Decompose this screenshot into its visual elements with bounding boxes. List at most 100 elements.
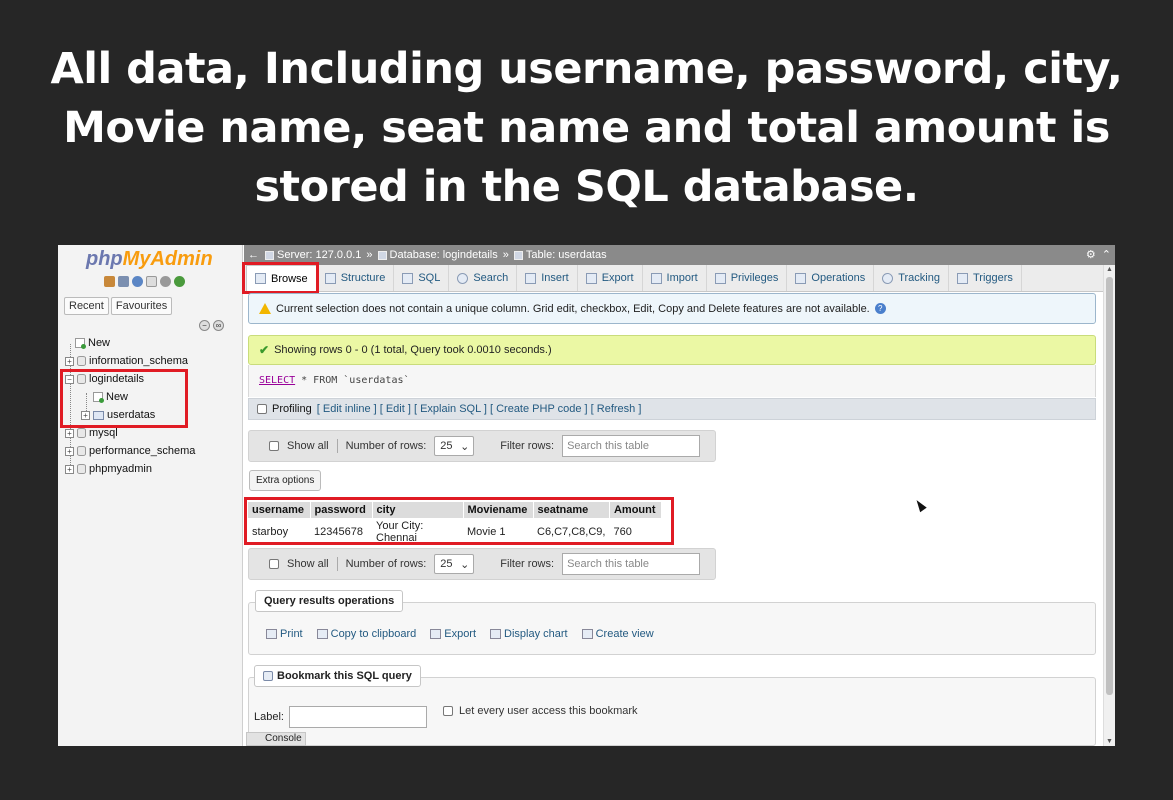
info-icon[interactable]: ? xyxy=(874,303,886,314)
expand-icon[interactable]: + xyxy=(65,428,74,438)
profiling-links[interactable]: [ Edit inline ] [ Edit ] [ Explain SQL ]… xyxy=(317,403,642,415)
divider xyxy=(336,439,338,453)
chevron-down-icon: ⌄ xyxy=(460,440,470,453)
mouse-cursor-icon xyxy=(913,497,927,513)
query-results-operations-title: Query results operations xyxy=(255,590,404,612)
show-all-label: Show all xyxy=(287,558,329,570)
tree-item-phpmyadmin[interactable]: + phpmyadmin xyxy=(65,463,152,475)
tree-item-information-schema[interactable]: + information_schema xyxy=(65,355,188,367)
breadcrumb-table[interactable]: Table: userdatas xyxy=(513,249,607,261)
tree-item-label: New xyxy=(88,337,111,349)
page-scrollbar[interactable]: ▲ ▼ xyxy=(1103,265,1115,746)
bar-chart-icon xyxy=(490,629,502,639)
tree-item-label: phpmyadmin xyxy=(89,463,152,475)
console-tab[interactable]: Console xyxy=(246,732,306,746)
headline-line-2: Movie name, seat name and total amount i… xyxy=(63,103,1110,153)
docs-icon[interactable] xyxy=(146,276,157,287)
warning-text: Current selection does not contain a uni… xyxy=(276,302,870,315)
bookmark-label-input[interactable] xyxy=(289,706,427,728)
tree-item-mysql[interactable]: + mysql xyxy=(65,427,118,439)
tab-operations[interactable]: Operations xyxy=(787,265,875,291)
home-icon[interactable] xyxy=(104,276,115,287)
sidebar-quick-icons xyxy=(104,276,185,287)
logo-php-text: php xyxy=(86,248,123,270)
tab-export[interactable]: Export xyxy=(578,265,643,291)
bookmark-public-label: Let every user access this bookmark xyxy=(459,705,638,717)
tab-import[interactable]: Import xyxy=(643,265,707,291)
print-link[interactable]: Print xyxy=(266,628,303,640)
filter-search-input[interactable]: Search this table xyxy=(562,553,701,575)
bookmark-public-checkbox[interactable] xyxy=(443,706,453,716)
tab-structure[interactable]: Structure xyxy=(317,265,395,291)
view-icon xyxy=(581,629,593,639)
tab-triggers[interactable]: Triggers xyxy=(949,265,1022,291)
tab-label: Structure xyxy=(340,272,386,284)
expand-icon[interactable]: + xyxy=(65,464,74,474)
printer-icon xyxy=(266,629,277,639)
tab-insert[interactable]: Insert xyxy=(517,265,578,291)
warning-icon xyxy=(259,303,271,314)
export-link[interactable]: Export xyxy=(430,628,476,640)
breadcrumb-database[interactable]: Database: logindetails xyxy=(377,249,498,261)
breadcrumb-server[interactable]: Server: 127.0.0.1 xyxy=(265,249,361,261)
rows-select-value: 25 xyxy=(440,558,453,570)
breadcrumb-database-label: Database: logindetails xyxy=(389,249,498,261)
tab-privileges[interactable]: Privileges xyxy=(707,265,788,291)
filter-search-input[interactable]: Search this table xyxy=(562,435,701,457)
scrollbar-thumb[interactable] xyxy=(1106,277,1113,695)
collapse-up-icon[interactable]: ⌃ xyxy=(1102,248,1111,261)
sql-keyword-select[interactable]: SELECT xyxy=(259,375,295,386)
back-arrow-icon[interactable]: ← xyxy=(248,249,259,261)
favourites-tab[interactable]: Favourites xyxy=(110,297,173,315)
phpmyadmin-logo[interactable]: phpMyAdmin xyxy=(86,248,213,271)
tab-label: Privileges xyxy=(730,272,779,284)
success-message: ✔ Showing rows 0 - 0 (1 total, Query too… xyxy=(248,335,1096,365)
topbar-controls: ⚙ ⌃ xyxy=(1086,248,1111,261)
show-all-checkbox[interactable] xyxy=(269,559,279,569)
tree-item-performance-schema[interactable]: + performance_schema xyxy=(65,445,195,457)
clipboard-icon xyxy=(316,629,328,639)
recent-favourites-tabs: Recent Favourites xyxy=(64,297,173,315)
settings-gear-icon[interactable]: ⚙ xyxy=(1086,248,1096,261)
tab-label: Import xyxy=(666,272,698,284)
tab-tracking[interactable]: Tracking xyxy=(874,265,949,291)
display-chart-link[interactable]: Display chart xyxy=(490,628,568,640)
scroll-down-icon[interactable]: ▼ xyxy=(1106,738,1113,745)
help-icon[interactable] xyxy=(132,276,143,287)
operations-wrench-icon xyxy=(795,272,807,284)
profiling-checkbox[interactable] xyxy=(257,404,267,414)
copy-label: Copy to clipboard xyxy=(330,628,417,640)
tree-controls: − ∞ xyxy=(199,320,224,331)
rows-select[interactable]: 25 ⌄ xyxy=(434,554,475,574)
tab-search[interactable]: Search xyxy=(449,265,518,291)
scroll-up-icon[interactable]: ▲ xyxy=(1106,266,1113,273)
create-view-label: Create view xyxy=(595,628,654,640)
expand-icon[interactable]: + xyxy=(65,446,74,456)
bookmark-public-option[interactable]: Let every user access this bookmark xyxy=(443,705,638,717)
bookmark-title: Bookmark this SQL query xyxy=(254,665,421,687)
collapse-all-icon[interactable]: − xyxy=(199,320,210,331)
profiling-label: Profiling xyxy=(272,403,312,415)
show-all-checkbox[interactable] xyxy=(269,441,279,451)
tracking-eye-icon xyxy=(882,272,894,284)
tab-sql[interactable]: SQL xyxy=(394,265,450,291)
query-ops-actions: Print Copy to clipboard Export Display c… xyxy=(266,628,654,640)
headline-line-3: stored in the SQL database. xyxy=(254,162,919,212)
expand-icon[interactable]: + xyxy=(65,356,74,366)
create-view-link[interactable]: Create view xyxy=(581,628,654,640)
reload-icon[interactable] xyxy=(174,276,185,287)
privileges-icon xyxy=(714,272,726,284)
bookmark-icon xyxy=(263,671,273,681)
extra-options-button[interactable]: Extra options xyxy=(249,470,322,491)
tree-item-new[interactable]: New xyxy=(75,337,110,349)
recent-tab[interactable]: Recent xyxy=(64,297,109,315)
logout-icon[interactable] xyxy=(118,276,129,287)
settings-gear-icon[interactable] xyxy=(160,276,171,287)
copy-to-clipboard-link[interactable]: Copy to clipboard xyxy=(316,628,417,640)
divider xyxy=(336,557,338,571)
rows-select[interactable]: 25 ⌄ xyxy=(434,436,475,456)
link-icon[interactable]: ∞ xyxy=(213,320,224,331)
database-icon xyxy=(77,446,86,456)
success-text: Showing rows 0 - 0 (1 total, Query took … xyxy=(274,344,552,356)
database-icon xyxy=(77,464,86,474)
